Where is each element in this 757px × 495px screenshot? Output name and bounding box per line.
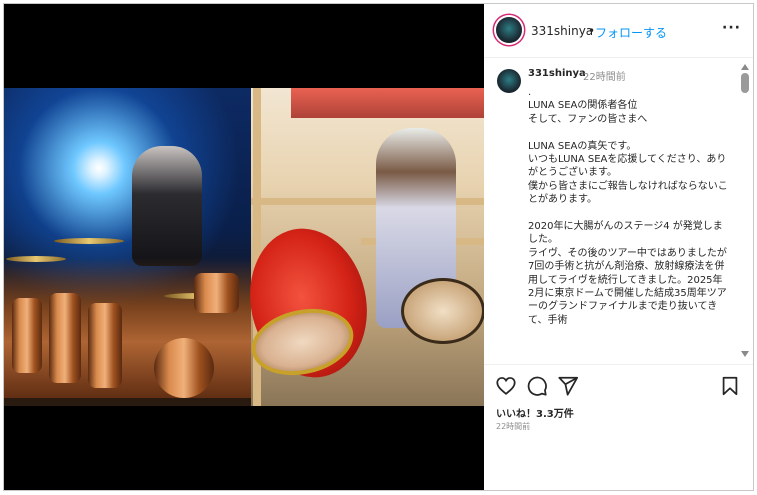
- drum: [194, 273, 239, 313]
- drummer-figure: [132, 146, 202, 266]
- scroll-up-arrow-icon[interactable]: [741, 64, 749, 70]
- follow-button[interactable]: フォローする: [595, 24, 667, 41]
- drum: [49, 293, 81, 383]
- bass-drum: [154, 338, 214, 398]
- send-icon[interactable]: [557, 375, 579, 397]
- heart-icon[interactable]: [495, 375, 517, 397]
- bookmark-icon[interactable]: [719, 375, 741, 397]
- caption-area: 331shinya 22時間前 . LUNA SEAの関係者各位 そして、ファン…: [484, 58, 753, 363]
- header-username[interactable]: 331shinya: [531, 24, 593, 38]
- caption-time: 22時間前: [583, 72, 626, 83]
- post-timestamp: 22時間前: [496, 422, 531, 431]
- scroll-down-arrow-icon[interactable]: [741, 351, 749, 357]
- more-options-icon[interactable]: ···: [722, 20, 741, 36]
- taiko-photo: [236, 88, 484, 406]
- drum: [88, 303, 122, 388]
- action-bar: いいね！3.3万件 22時間前: [484, 364, 753, 491]
- lantern-shelf: [291, 88, 484, 118]
- scrollbar[interactable]: [738, 58, 753, 363]
- comment-icon[interactable]: [526, 375, 548, 397]
- cymbal: [6, 256, 66, 262]
- caption-paragraph: 2020年に大腸がんのステージ4 が発覚しました。 ライヴ、その後のツアー中では…: [528, 221, 727, 326]
- scroll-thumb[interactable]: [741, 73, 749, 93]
- like-count[interactable]: いいね！3.3万件: [496, 405, 574, 420]
- post-sidebar: 331shinya • フォローする ··· 331shinya 22時間前 .…: [484, 4, 753, 490]
- post-image[interactable]: [4, 4, 484, 490]
- caption-avatar[interactable]: [497, 69, 521, 93]
- caption-paragraph: . LUNA SEAの関係者各位 そして、ファンの皆さまへ: [528, 87, 648, 125]
- caption-username[interactable]: 331shinya: [528, 68, 586, 79]
- caption-paragraph: LUNA SEAの真矢です。 いつもLUNA SEAを応援してくださり、ありがと…: [528, 140, 728, 206]
- avatar[interactable]: [496, 17, 522, 43]
- drum: [12, 298, 42, 373]
- small-drum: [401, 278, 484, 344]
- drummer-photo: [4, 88, 251, 406]
- cymbal: [54, 238, 124, 244]
- post-header: 331shinya • フォローする ···: [484, 4, 753, 58]
- caption-text: . LUNA SEAの関係者各位 そして、ファンの皆さまへ LUNA SEAの真…: [528, 86, 728, 341]
